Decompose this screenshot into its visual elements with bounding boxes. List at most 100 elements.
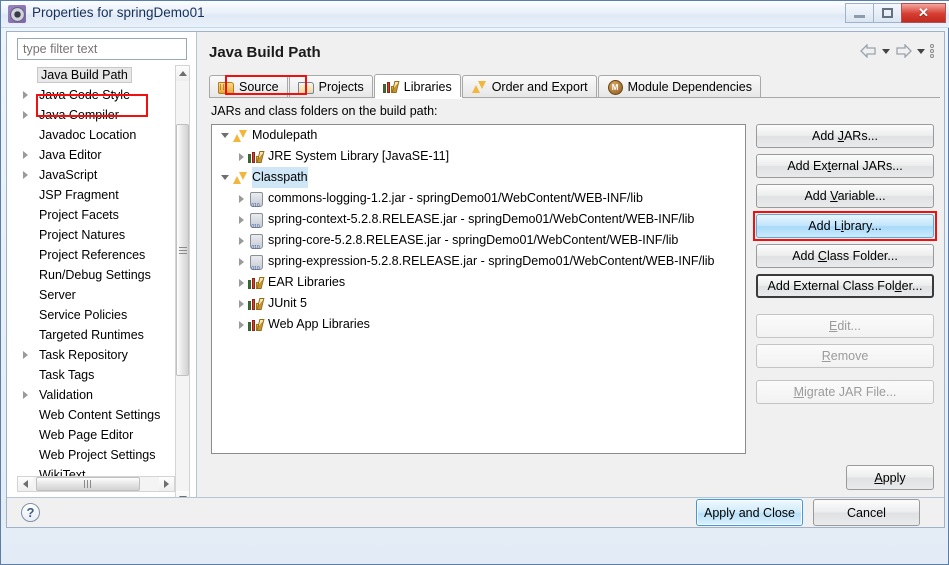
chevron-right-icon[interactable] bbox=[234, 194, 248, 203]
chevron-right-icon[interactable] bbox=[23, 151, 28, 159]
tree-row-label: spring-expression-5.2.8.RELEASE.jar - sp… bbox=[268, 254, 715, 268]
sidebar-item-web-project-settings[interactable]: Web Project Settings bbox=[17, 445, 175, 465]
tab-projects[interactable]: Projects bbox=[288, 75, 373, 98]
scroll-thumb[interactable] bbox=[176, 124, 189, 376]
sidebar-item-project-facets[interactable]: Project Facets bbox=[17, 205, 175, 225]
sidebar-item-server[interactable]: Server bbox=[17, 285, 175, 305]
tree-row[interactable]: JUnit 5 bbox=[212, 293, 745, 314]
chevron-right-icon[interactable] bbox=[234, 320, 248, 329]
tab-libraries[interactable]: Libraries bbox=[373, 74, 461, 98]
chevron-right-icon[interactable] bbox=[23, 171, 28, 179]
tree-row[interactable]: Classpath bbox=[212, 167, 745, 188]
button-add-library[interactable]: Add Library... bbox=[753, 211, 937, 241]
button-label: Add External Class Folder... bbox=[767, 279, 923, 293]
jar-icon bbox=[248, 254, 264, 280]
sidebar-item-label: Run/Debug Settings bbox=[39, 268, 151, 282]
sidebar-item-service-policies[interactable]: Service Policies bbox=[17, 305, 175, 325]
chevron-right-icon[interactable] bbox=[234, 152, 248, 161]
libraries-books-icon bbox=[248, 318, 265, 332]
vertical-dots-icon[interactable] bbox=[930, 44, 934, 58]
sidebar-horizontal-scrollbar[interactable] bbox=[17, 476, 175, 492]
build-path-tree[interactable]: Modulepath JRE System Library [JavaSE-11]… bbox=[211, 124, 746, 454]
tab-label: Projects bbox=[318, 80, 364, 94]
chevron-right-icon[interactable] bbox=[234, 299, 248, 308]
tree-row[interactable]: Modulepath bbox=[212, 125, 745, 146]
sidebar-item-java-build-path[interactable]: Java Build Path bbox=[17, 65, 175, 85]
sidebar-item-label: JSP Fragment bbox=[39, 188, 119, 202]
apply-button-label: Apply bbox=[874, 470, 906, 485]
scroll-left-button[interactable] bbox=[18, 477, 33, 491]
tab-label: Source bbox=[239, 80, 279, 94]
sidebar-vertical-scrollbar[interactable] bbox=[175, 65, 190, 507]
filter-input[interactable] bbox=[17, 38, 187, 60]
minimize-button[interactable] bbox=[845, 3, 874, 23]
chevron-down-icon[interactable] bbox=[882, 48, 890, 54]
sidebar-item-task-repository[interactable]: Task Repository bbox=[17, 345, 175, 365]
sidebar-item-java-compiler[interactable]: Java Compiler bbox=[17, 105, 175, 125]
chevron-right-icon[interactable] bbox=[23, 391, 28, 399]
arrow-left-icon[interactable] bbox=[860, 43, 877, 59]
order-export-arrows-icon bbox=[232, 129, 248, 143]
libraries-books-icon bbox=[248, 276, 265, 290]
cancel-button[interactable]: Cancel bbox=[813, 499, 920, 526]
sidebar-item-label: Targeted Runtimes bbox=[39, 328, 144, 342]
chevron-down-icon[interactable] bbox=[917, 48, 925, 54]
sidebar-item-task-tags[interactable]: Task Tags bbox=[17, 365, 175, 385]
tree-row-label: Web App Libraries bbox=[268, 317, 370, 331]
sidebar-item-jsp-fragment[interactable]: JSP Fragment bbox=[17, 185, 175, 205]
apply-button[interactable]: Apply bbox=[846, 465, 934, 490]
sidebar-item-web-page-editor[interactable]: Web Page Editor bbox=[17, 425, 175, 445]
tab-source[interactable]: Source bbox=[209, 75, 288, 98]
apply-and-close-button[interactable]: Apply and Close bbox=[696, 499, 803, 526]
sidebar-item-validation[interactable]: Validation bbox=[17, 385, 175, 405]
chevron-down-icon[interactable] bbox=[218, 133, 232, 138]
sidebar-item-project-natures[interactable]: Project Natures bbox=[17, 225, 175, 245]
maximize-button[interactable] bbox=[873, 3, 902, 23]
navigation-controls bbox=[860, 43, 934, 59]
tab-active-cover bbox=[374, 97, 462, 99]
chevron-right-icon[interactable] bbox=[23, 351, 28, 359]
tab-module-dependencies[interactable]: Module Dependencies bbox=[597, 75, 761, 98]
tree-row-label: EAR Libraries bbox=[268, 275, 346, 289]
sidebar-item-java-code-style[interactable]: Java Code Style bbox=[17, 85, 175, 105]
sidebar-tree[interactable]: Java Build Path Java Code Style Java Compi… bbox=[17, 65, 175, 507]
chevron-right-icon[interactable] bbox=[23, 91, 28, 99]
help-icon[interactable]: ? bbox=[21, 503, 40, 522]
tree-row[interactable]: commons-logging-1.2.jar - springDemo01/W… bbox=[212, 188, 745, 217]
sidebar-item-java-editor[interactable]: Java Editor bbox=[17, 145, 175, 165]
scroll-right-button[interactable] bbox=[159, 477, 174, 491]
chevron-down-icon[interactable] bbox=[218, 175, 232, 180]
sidebar-item-javadoc-location[interactable]: Javadoc Location bbox=[17, 125, 175, 145]
scroll-up-button[interactable] bbox=[176, 66, 189, 81]
tab-order-and-export[interactable]: Order and Export bbox=[461, 75, 597, 98]
chevron-right-icon[interactable] bbox=[234, 236, 248, 245]
tree-row[interactable]: EAR Libraries bbox=[212, 272, 745, 293]
tree-row[interactable]: spring-context-5.2.8.RELEASE.jar - sprin… bbox=[212, 209, 745, 238]
sidebar-item-targeted-runtimes[interactable]: Targeted Runtimes bbox=[17, 325, 175, 345]
button-add-external-jars[interactable]: Add External JARs... bbox=[756, 154, 934, 178]
chevron-right-icon[interactable] bbox=[23, 111, 28, 119]
sidebar-item-label: Java Editor bbox=[39, 148, 102, 162]
sidebar-item-label: Web Project Settings bbox=[39, 448, 156, 462]
sidebar-item-label: Service Policies bbox=[39, 308, 128, 322]
tree-row[interactable]: spring-expression-5.2.8.RELEASE.jar - sp… bbox=[212, 251, 745, 280]
arrow-right-icon[interactable] bbox=[895, 43, 912, 59]
tree-row[interactable]: Web App Libraries bbox=[212, 314, 745, 335]
chevron-right-icon[interactable] bbox=[234, 257, 248, 266]
sidebar-item-web-content-settings[interactable]: Web Content Settings bbox=[17, 405, 175, 425]
button-add-jars[interactable]: Add JARs... bbox=[756, 124, 934, 148]
close-button[interactable]: ✕ bbox=[901, 3, 946, 23]
button-add-class-folder[interactable]: Add Class Folder... bbox=[756, 244, 934, 268]
chevron-right-icon[interactable] bbox=[234, 215, 248, 224]
projects-folder-icon bbox=[297, 80, 314, 94]
sidebar-item-run-debug-settings[interactable]: Run/Debug Settings bbox=[17, 265, 175, 285]
button-add-external-class-folder[interactable]: Add External Class Folder... bbox=[756, 274, 934, 298]
button-label: Edit... bbox=[829, 319, 861, 333]
tree-row[interactable]: JRE System Library [JavaSE-11] bbox=[212, 146, 745, 167]
chevron-right-icon[interactable] bbox=[234, 278, 248, 287]
button-add-variable[interactable]: Add Variable... bbox=[756, 184, 934, 208]
scroll-thumb-horizontal[interactable] bbox=[36, 477, 140, 491]
tree-row[interactable]: spring-core-5.2.8.RELEASE.jar - springDe… bbox=[212, 230, 745, 259]
sidebar-item-javascript[interactable]: JavaScript bbox=[17, 165, 175, 185]
sidebar-item-project-references[interactable]: Project References bbox=[17, 245, 175, 265]
